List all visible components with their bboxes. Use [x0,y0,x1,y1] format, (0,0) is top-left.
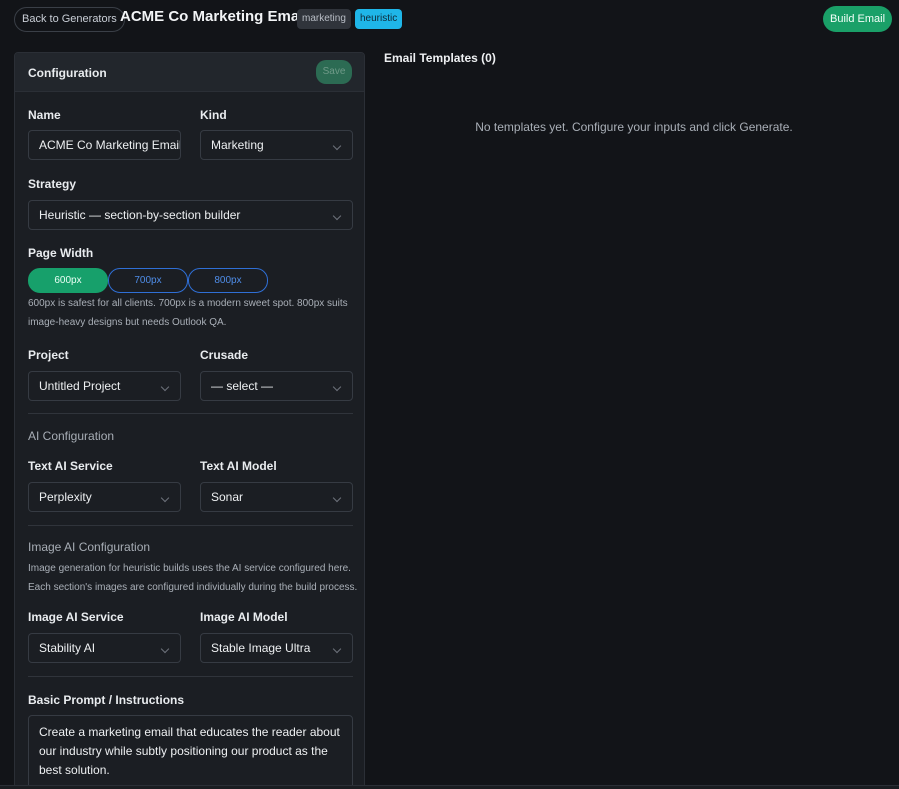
project-select-value: Untitled Project [39,379,121,393]
divider [28,413,353,414]
width-option-700[interactable]: 700px [108,268,188,293]
strategy-select-value: Heuristic — section-by-section builder [39,208,241,222]
chevron-down-icon [332,644,342,654]
save-button[interactable]: Save [316,60,352,84]
text-ai-model-select[interactable]: Sonar [200,482,353,512]
text-ai-service-label: Text AI Service [28,459,113,473]
text-ai-service-value: Perplexity [39,490,92,504]
chevron-down-icon [332,211,342,221]
templates-empty-message: No templates yet. Configure your inputs … [475,120,793,134]
text-ai-model-label: Text AI Model [200,459,277,473]
image-ai-model-select[interactable]: Stable Image Ultra [200,633,353,663]
email-templates-title: Email Templates (0) [384,51,496,65]
configuration-header: Configuration Save [15,53,364,92]
tag-badge-heuristic: heuristic [355,9,403,29]
chevron-down-icon [160,644,170,654]
configuration-panel: Configuration Save Name ACME Co Marketin… [14,52,365,789]
configuration-title: Configuration [28,66,107,80]
name-label: Name [28,108,61,122]
chevron-down-icon [332,141,342,151]
kind-select[interactable]: Marketing [200,130,353,160]
image-ai-model-value: Stable Image Ultra [211,641,311,655]
crusade-label: Crusade [200,348,249,362]
chevron-down-icon [160,493,170,503]
ai-configuration-heading: AI Configuration [28,429,115,443]
tag-badge-marketing: marketing [297,9,351,29]
divider [28,676,353,677]
crusade-select-value: — select — [211,379,274,393]
build-email-button[interactable]: Build Email [823,6,893,32]
name-input[interactable]: ACME Co Marketing Emails [28,130,181,160]
top-bar: Back to Generators ACME Co Marketing Ema… [0,0,899,40]
chevron-down-icon [160,382,170,392]
divider [28,525,353,526]
kind-label: Kind [200,108,227,122]
image-ai-configuration-heading: Image AI Configuration [28,540,151,554]
project-select[interactable]: Untitled Project [28,371,181,401]
horizontal-scrollbar[interactable] [0,785,899,789]
crusade-select[interactable]: — select — [200,371,353,401]
chevron-down-icon [332,382,342,392]
page-width-label: Page Width [28,246,94,260]
chevron-down-icon [332,493,342,503]
project-label: Project [28,348,69,362]
text-ai-model-value: Sonar [211,490,244,504]
prompt-label: Basic Prompt / Instructions [28,693,185,707]
strategy-label: Strategy [28,177,77,191]
page-width-help: 600px is safest for all clients. 700px i… [28,298,348,328]
kind-select-value: Marketing [211,138,264,152]
strategy-select[interactable]: Heuristic — section-by-section builder [28,200,353,230]
prompt-textarea[interactable]: Create a marketing email that educates t… [28,715,353,788]
image-ai-service-value: Stability AI [39,641,96,655]
image-ai-model-label: Image AI Model [200,610,288,624]
back-to-generators-button[interactable]: Back to Generators [14,7,125,32]
page-title: ACME Co Marketing Emails [120,8,316,25]
text-ai-service-select[interactable]: Perplexity [28,482,181,512]
image-ai-service-select[interactable]: Stability AI [28,633,181,663]
width-option-800[interactable]: 800px [188,268,268,293]
width-option-600[interactable]: 600px [28,268,108,293]
image-ai-help: Image generation for heuristic builds us… [28,563,358,593]
image-ai-service-label: Image AI Service [28,610,124,624]
